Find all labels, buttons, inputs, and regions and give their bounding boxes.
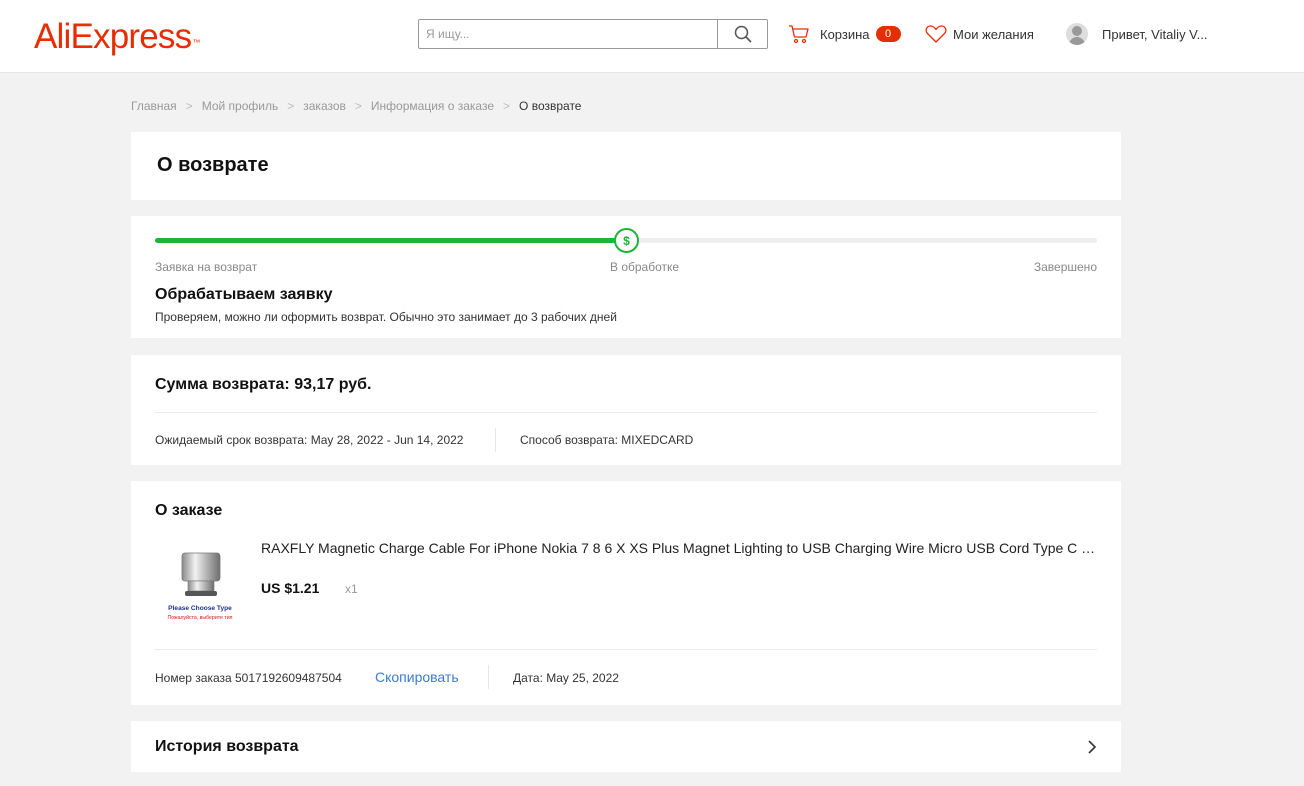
order-number: Номер заказа 5017192609487504 [155, 671, 342, 685]
progress-fill [155, 238, 626, 243]
cart-label: Корзина [820, 26, 870, 42]
breadcrumb-separator: > [287, 99, 295, 113]
user-greeting: Привет, Vitaliy V... [1102, 26, 1208, 42]
order-info-card: О заказе Please Choose Type Пожалуйста, … [131, 481, 1121, 705]
order-date: Дата: May 25, 2022 [513, 671, 619, 685]
search-button[interactable] [717, 20, 767, 48]
order-section-title: О заказе [155, 502, 223, 519]
vertical-divider [488, 665, 489, 689]
wishlist-link[interactable]: Мои желания [925, 20, 1034, 48]
breadcrumb-profile[interactable]: Мой профиль [202, 99, 279, 113]
step-label-completed: Завершено [1033, 260, 1097, 274]
breadcrumb: Главная > Мой профиль > заказов > Информ… [131, 99, 581, 113]
title-card: О возврате [131, 132, 1121, 200]
copy-order-number-button[interactable]: Скопировать [375, 669, 459, 685]
refund-dollar-icon: $ [614, 228, 639, 253]
chevron-right-icon [1088, 740, 1097, 754]
cart-count-badge: 0 [875, 26, 901, 42]
user-menu[interactable]: Привет, Vitaliy V... [1066, 20, 1208, 48]
avatar-icon [1066, 23, 1088, 45]
aliexpress-logo[interactable]: AliExpress™ [34, 17, 200, 57]
breadcrumb-separator: > [354, 99, 362, 113]
product-name-link[interactable]: RAXFLY Magnetic Charge Cable For iPhone … [261, 540, 1099, 556]
refund-amount: Сумма возврата: 93,17 руб. [155, 376, 372, 393]
top-header: AliExpress™ Корзина 0 Мои желания Привет… [0, 0, 1304, 73]
product-quantity: x1 [345, 582, 358, 596]
refund-amount-card: Сумма возврата: 93,17 руб. Ожидаемый сро… [131, 355, 1121, 465]
cart-icon [789, 25, 809, 44]
heart-icon [925, 25, 947, 43]
search-box [418, 19, 768, 49]
page-title: О возврате [157, 154, 269, 176]
divider [155, 412, 1097, 413]
wishlist-label: Мои желания [953, 26, 1034, 42]
progress-status-title: Обрабатываем заявку [155, 286, 333, 303]
breadcrumb-orders[interactable]: заказов [303, 99, 346, 113]
image-caption-ru: Пожалуйста, выберите тип [168, 614, 233, 621]
progress-status-description: Проверяем, можно ли оформить возврат. Об… [155, 310, 617, 324]
image-caption-en: Please Choose Type [168, 605, 232, 612]
product-thumbnail[interactable]: Please Choose Type Пожалуйста, выберите … [153, 547, 247, 627]
trademark-mark: ™ [192, 38, 200, 47]
cart-link[interactable]: Корзина 0 [788, 20, 901, 48]
vertical-divider [495, 428, 496, 452]
refund-history-title: История возврата [155, 738, 299, 755]
refund-progress-card: $ Заявка на возврат В обработке Завершен… [131, 216, 1121, 338]
breadcrumb-current: О возврате [519, 99, 582, 113]
breadcrumb-separator: > [185, 99, 193, 113]
breadcrumb-order-info[interactable]: Информация о заказе [371, 99, 494, 113]
breadcrumb-separator: > [503, 99, 511, 113]
step-label-processing: В обработке [610, 260, 680, 274]
logo-text: AliExpress [34, 17, 192, 56]
divider [155, 649, 1097, 650]
refund-history-row[interactable]: История возврата [131, 721, 1121, 772]
search-icon [734, 25, 752, 43]
product-price: US $1.21 [261, 580, 320, 596]
refund-method: Способ возврата: MIXEDCARD [520, 433, 694, 447]
expected-refund-period: Ожидаемый срок возврата: May 28, 2022 - … [155, 433, 464, 447]
search-input[interactable] [419, 20, 717, 48]
breadcrumb-home[interactable]: Главная [131, 99, 177, 113]
step-label-request: Заявка на возврат [155, 260, 258, 274]
progress-track: $ [155, 228, 1097, 253]
dollar-symbol: $ [623, 233, 630, 248]
